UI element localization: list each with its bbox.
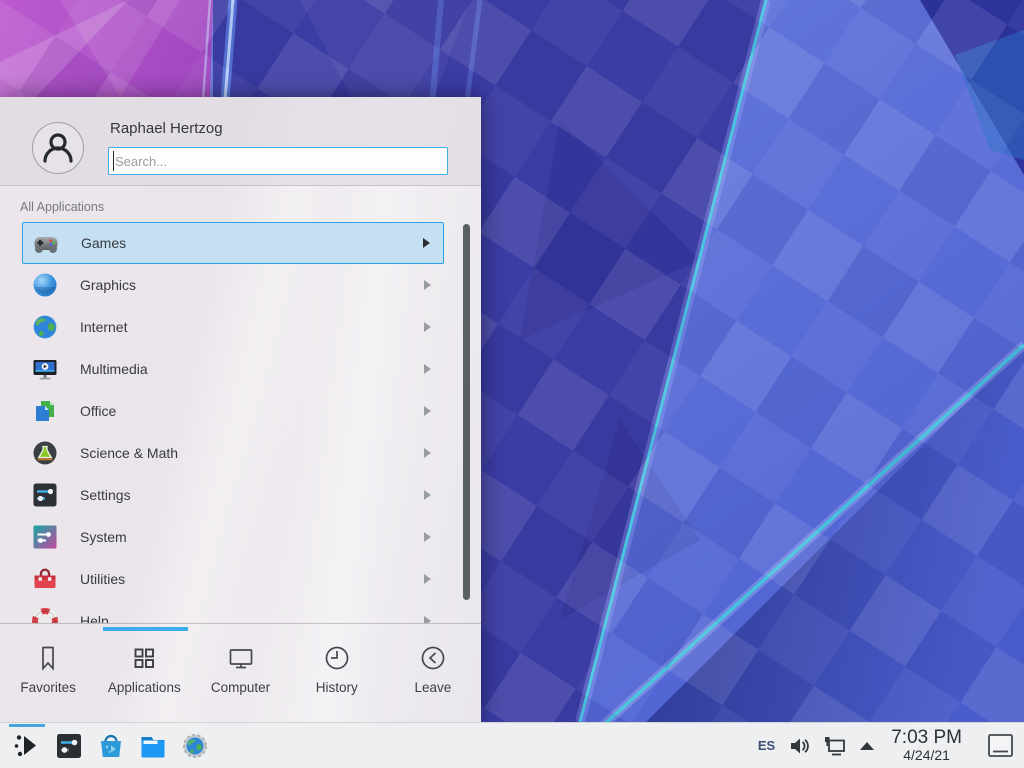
menu-item-settings[interactable]: Settings — [22, 474, 444, 516]
leave-icon — [418, 643, 448, 673]
tab-history[interactable]: History — [289, 624, 385, 722]
application-launcher-icon — [11, 730, 43, 762]
menu-item-label: Science & Math — [80, 445, 178, 461]
web-browser-icon — [180, 731, 210, 761]
application-category-list: Games Graphics — [0, 222, 481, 623]
tab-applications[interactable]: Applications — [96, 624, 192, 722]
tab-computer[interactable]: Computer — [192, 624, 288, 722]
show-desktop-icon — [987, 733, 1014, 758]
taskbar-file-manager-button[interactable] — [132, 724, 174, 768]
submenu-arrow-icon — [424, 280, 431, 290]
menu-item-science-math[interactable]: Science & Math — [22, 432, 444, 474]
submenu-arrow-icon — [424, 322, 431, 332]
user-avatar[interactable] — [32, 122, 84, 174]
user-name: Raphael Hertzog — [110, 120, 223, 137]
system-icon — [31, 523, 59, 551]
history-icon — [322, 643, 352, 673]
favorites-icon — [33, 643, 63, 673]
launcher-tab-bar: Favorites Applications Computer History — [0, 623, 481, 722]
submenu-arrow-icon — [424, 616, 431, 623]
submenu-arrow-icon — [424, 532, 431, 542]
submenu-arrow-icon — [424, 364, 431, 374]
taskbar-web-browser-button[interactable] — [174, 724, 216, 768]
search-input[interactable] — [108, 147, 448, 175]
menu-item-label: Internet — [80, 319, 127, 335]
help-icon — [31, 607, 59, 623]
submenu-arrow-icon — [423, 238, 430, 248]
volume-icon[interactable] — [788, 735, 810, 757]
user-icon — [38, 128, 78, 168]
menu-item-label: Games — [81, 235, 126, 251]
utilities-icon — [31, 565, 59, 593]
taskbar-system-settings-button[interactable] — [48, 724, 90, 768]
office-icon — [31, 397, 59, 425]
file-manager-icon — [138, 731, 168, 761]
menu-item-system[interactable]: System — [22, 516, 444, 558]
system-settings-icon — [54, 731, 84, 761]
clock-time: 7:03 PM — [891, 728, 962, 748]
science-math-icon — [31, 439, 59, 467]
network-icon[interactable] — [823, 734, 847, 758]
discover-icon — [96, 731, 126, 761]
applications-icon — [129, 643, 159, 673]
tab-favorites[interactable]: Favorites — [0, 624, 96, 722]
menu-item-label: Help — [80, 613, 109, 623]
taskbar-discover-button[interactable] — [90, 724, 132, 768]
keyboard-layout-indicator[interactable]: ES — [758, 738, 775, 753]
tab-leave[interactable]: Leave — [385, 624, 481, 722]
menu-item-label: Graphics — [80, 277, 136, 293]
scrollbar-thumb[interactable] — [463, 224, 470, 600]
menu-item-graphics[interactable]: Graphics — [22, 264, 444, 306]
menu-item-help[interactable]: Help — [22, 600, 444, 623]
taskbar: ES 7:03 PM 4/24/21 — [0, 722, 1024, 768]
submenu-arrow-icon — [424, 406, 431, 416]
menu-item-label: Settings — [80, 487, 131, 503]
tab-label: Leave — [415, 680, 452, 695]
multimedia-icon — [31, 355, 59, 383]
settings-icon — [31, 481, 59, 509]
tab-label: Computer — [211, 680, 270, 695]
system-tray: ES 7:03 PM 4/24/21 — [758, 728, 1016, 763]
menu-item-games[interactable]: Games — [22, 222, 444, 264]
active-tab-indicator — [103, 627, 188, 631]
launcher-header: Raphael Hertzog — [0, 97, 481, 186]
section-label: All Applications — [20, 200, 104, 214]
menu-item-label: System — [80, 529, 127, 545]
menu-item-multimedia[interactable]: Multimedia — [22, 348, 444, 390]
menu-item-label: Multimedia — [80, 361, 148, 377]
active-app-indicator — [9, 724, 45, 727]
text-cursor — [113, 151, 114, 171]
internet-icon — [31, 313, 59, 341]
tab-label: Favorites — [20, 680, 76, 695]
taskbar-app-launcher-button[interactable] — [6, 724, 48, 768]
graphics-icon — [31, 271, 59, 299]
menu-item-office[interactable]: Office — [22, 390, 444, 432]
expand-tray-icon[interactable] — [860, 742, 874, 750]
menu-item-internet[interactable]: Internet — [22, 306, 444, 348]
submenu-arrow-icon — [424, 448, 431, 458]
clock-date: 4/24/21 — [891, 748, 962, 763]
application-launcher-menu: Raphael Hertzog All Applications Games — [0, 97, 481, 722]
submenu-arrow-icon — [424, 574, 431, 584]
tab-label: History — [316, 680, 358, 695]
menu-item-label: Office — [80, 403, 116, 419]
computer-icon — [226, 643, 256, 673]
menu-item-utilities[interactable]: Utilities — [22, 558, 444, 600]
menu-item-label: Utilities — [80, 571, 125, 587]
games-icon — [32, 229, 60, 257]
tab-label: Applications — [108, 680, 181, 695]
digital-clock[interactable]: 7:03 PM 4/24/21 — [891, 728, 962, 763]
submenu-arrow-icon — [424, 490, 431, 500]
show-desktop-button[interactable] — [987, 733, 1014, 758]
